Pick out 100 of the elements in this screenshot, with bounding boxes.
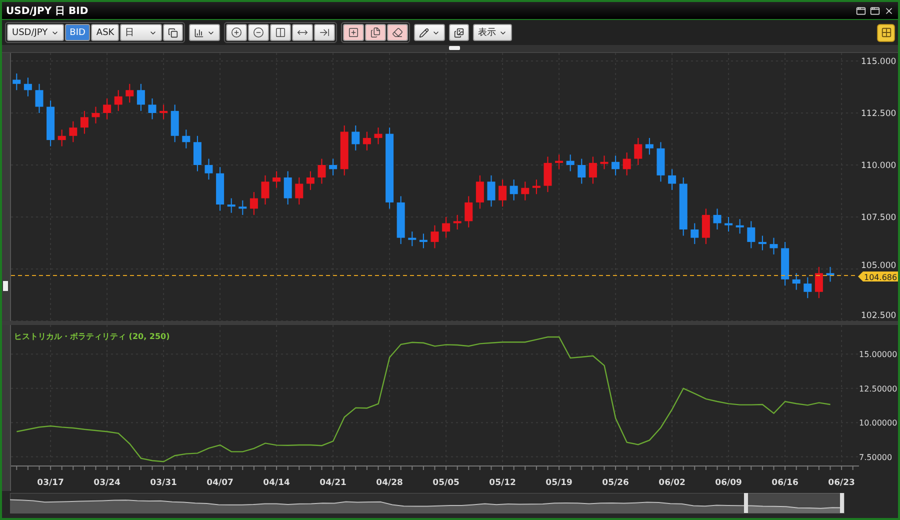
price-side-toggle[interactable]: BID (64, 24, 90, 41)
candle (272, 170, 281, 188)
chart-type-dropdown[interactable] (189, 24, 220, 41)
candle (487, 174, 496, 208)
date-label: 03/24 (94, 478, 120, 488)
candle (374, 127, 382, 145)
candle (92, 106, 100, 124)
candle (498, 179, 507, 208)
tool-button[interactable] (387, 24, 408, 41)
tool-button[interactable] (314, 24, 336, 41)
candle (396, 196, 405, 245)
candle (352, 124, 360, 151)
tool-button[interactable] (292, 24, 314, 41)
candle (476, 174, 484, 210)
date-label: 05/12 (489, 478, 516, 488)
tool-button[interactable] (226, 24, 248, 41)
display-dropdown[interactable]: 表示 (473, 24, 512, 41)
tool-button[interactable] (270, 24, 292, 41)
candle (826, 266, 834, 282)
candle (430, 224, 439, 249)
date-label: 03/31 (150, 478, 177, 488)
date-label: 05/19 (546, 478, 572, 488)
candle (656, 142, 665, 182)
symbol-dropdown[interactable]: USD/JPY (7, 24, 64, 41)
range-selector[interactable] (744, 493, 844, 513)
candle (442, 216, 450, 238)
candle (747, 220, 756, 249)
candle (622, 152, 631, 176)
date-label: 05/26 (602, 478, 629, 488)
candle (103, 98, 112, 120)
zoom-out-icon (253, 27, 264, 38)
candle (408, 231, 416, 247)
candle (588, 156, 597, 184)
axis-label: 112.500 (861, 109, 896, 119)
candle (193, 135, 202, 172)
link-button[interactable] (163, 24, 184, 41)
tool-button[interactable] (248, 24, 270, 41)
date-label: 05/05 (432, 478, 460, 488)
date-label: 06/16 (772, 478, 798, 488)
grid-button[interactable] (877, 24, 895, 42)
candle (566, 154, 574, 172)
candle (510, 179, 518, 201)
grid-icon (880, 27, 892, 38)
candle (329, 158, 338, 176)
indicator-legend: ヒストリカル・ボラティリティ (20, 250) (14, 331, 170, 342)
pane-handle[interactable] (449, 46, 460, 50)
price-side-toggle[interactable]: ASK (91, 24, 120, 41)
pencil-icon (419, 28, 430, 38)
date-label: 06/09 (715, 478, 742, 488)
date-label: 04/07 (206, 478, 234, 488)
candle (464, 196, 473, 228)
candle (690, 222, 699, 245)
candle (453, 214, 462, 230)
candle (340, 124, 348, 176)
candle (702, 208, 710, 245)
images-button[interactable] (449, 24, 470, 41)
candle (35, 83, 44, 114)
pane-scroll-handle[interactable] (3, 281, 8, 291)
candle (182, 129, 190, 149)
window-title: USD/JPY 日 BID (6, 4, 88, 18)
candle (713, 208, 722, 230)
date-label: 06/23 (828, 478, 855, 488)
axis-label: 10.00000 (859, 418, 898, 428)
candle (419, 233, 428, 249)
candle (204, 158, 213, 180)
candle (136, 83, 145, 112)
axis-label: 115.000 (861, 57, 896, 67)
candle (69, 120, 78, 143)
pen-dropdown[interactable] (414, 24, 446, 41)
window-icon[interactable] (870, 6, 880, 16)
candle (724, 216, 733, 232)
candle (679, 176, 688, 236)
date-label: 04/14 (263, 478, 290, 488)
candle (521, 181, 530, 201)
tool-button[interactable] (343, 24, 364, 41)
candle (792, 272, 800, 290)
eraser-icon (392, 27, 404, 38)
candle (46, 100, 55, 147)
axis-label: 105.000 (861, 261, 896, 271)
copy-icon (370, 27, 382, 38)
period-dropdown[interactable]: 日 (120, 24, 162, 41)
candle (58, 129, 66, 147)
candle (736, 218, 744, 234)
candle (645, 137, 654, 156)
candle (126, 83, 134, 104)
candle (318, 158, 326, 184)
date-label: 04/28 (376, 478, 403, 488)
candle (362, 131, 371, 151)
window-icon[interactable] (856, 6, 866, 16)
candle (261, 174, 270, 206)
axis-label: 12.50000 (859, 384, 898, 394)
tool-button[interactable] (365, 24, 386, 41)
candle (758, 235, 766, 251)
close-icon[interactable] (884, 6, 894, 16)
candle (114, 90, 122, 112)
zoom-in-icon (231, 27, 242, 38)
date-label: 03/17 (37, 478, 64, 488)
candle (170, 104, 179, 143)
candle (12, 72, 21, 91)
copy-icon (168, 28, 178, 38)
